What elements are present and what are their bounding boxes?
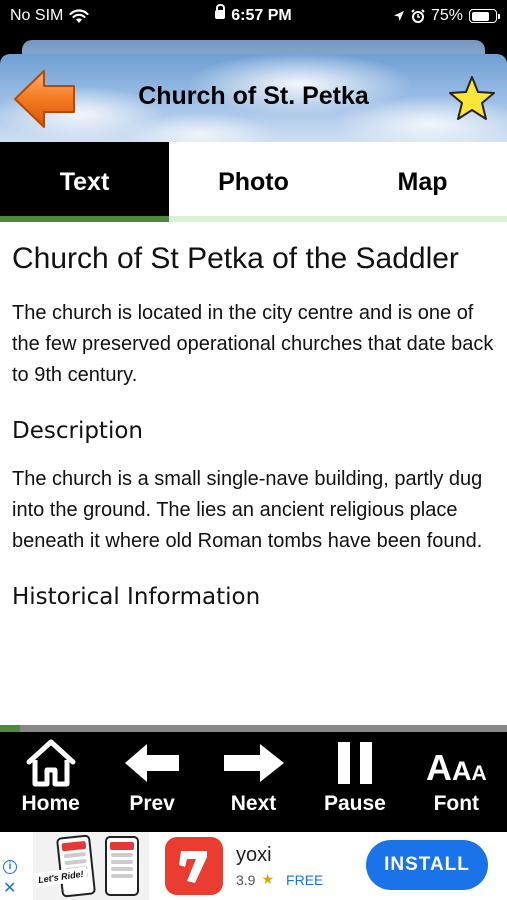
font-size-icon: AAA <box>425 747 487 788</box>
info-icon[interactable]: i <box>3 860 17 874</box>
right-arrow-icon <box>223 744 284 782</box>
home-button[interactable]: Home <box>0 732 101 832</box>
section-heading-description: Description <box>12 418 143 444</box>
battery-percent: 75% <box>430 7 463 24</box>
reading-progress-fill <box>0 725 21 732</box>
battery-fill <box>471 11 489 21</box>
font-button[interactable]: AAA Font <box>406 732 507 832</box>
prev-label: Prev <box>129 792 175 815</box>
pause-label: Pause <box>323 792 386 815</box>
star-icon[interactable] <box>447 74 497 124</box>
next-label: Next <box>230 792 277 815</box>
pause-icon <box>337 742 372 784</box>
time-label: 6:57 PM <box>231 7 292 24</box>
header: Church of St. Petka <box>0 54 507 142</box>
next-button[interactable]: Next <box>203 732 304 832</box>
lock-icon <box>215 4 226 20</box>
section-heading-historical: Historical Information <box>12 584 261 610</box>
home-label: Home <box>21 792 80 815</box>
ad-image[interactable]: Let's Ride! <box>33 832 149 900</box>
alarm-icon <box>411 9 425 23</box>
article-content[interactable]: Church of St Petka of the Saddler The ch… <box>0 222 507 726</box>
tab-photo[interactable]: Photo <box>169 142 338 222</box>
ad-banner[interactable]: i ✕ Let's Ride! yoxi 3.9 ★ FREE INSTALL <box>0 832 507 900</box>
app-logo-icon <box>179 851 207 883</box>
install-button[interactable]: INSTALL <box>366 840 488 890</box>
page-title: Church of St. Petka <box>138 82 369 110</box>
phone-illustration <box>105 836 139 896</box>
pause-button[interactable]: Pause <box>304 732 405 832</box>
font-label: Font <box>433 792 480 815</box>
close-icon[interactable]: ✕ <box>3 878 16 898</box>
phone-illustration <box>55 834 97 898</box>
home-icon <box>26 739 76 787</box>
battery-icon <box>469 9 500 23</box>
location-icon <box>393 11 404 21</box>
rating-star-icon: ★ <box>261 871 275 887</box>
app-rating: 3.9 ★ FREE <box>236 871 323 888</box>
article-title: Church of St Petka of the Saddler <box>12 242 459 275</box>
status-bar: No SIM 6:57 PM 75% <box>0 0 507 34</box>
app-name: yoxi <box>236 844 272 866</box>
prev-button[interactable]: Prev <box>101 732 202 832</box>
app-price: FREE <box>286 871 324 888</box>
tab-text[interactable]: Text <box>0 142 169 222</box>
reading-progress-bar <box>0 725 507 732</box>
bottom-toolbar: Home Prev Next Pause AAA Font <box>0 732 507 832</box>
left-arrow-icon <box>125 744 180 782</box>
section-body-description: The church is a small single-nave buildi… <box>12 468 483 552</box>
tab-bar: Text Photo Map <box>0 142 507 222</box>
rating-value: 3.9 <box>236 871 256 888</box>
status-right: 75% <box>393 7 500 25</box>
back-arrow-icon[interactable] <box>12 68 78 130</box>
app-icon[interactable] <box>165 837 223 895</box>
article-intro: The church is located in the city centre… <box>12 302 494 386</box>
tab-map[interactable]: Map <box>338 142 507 222</box>
